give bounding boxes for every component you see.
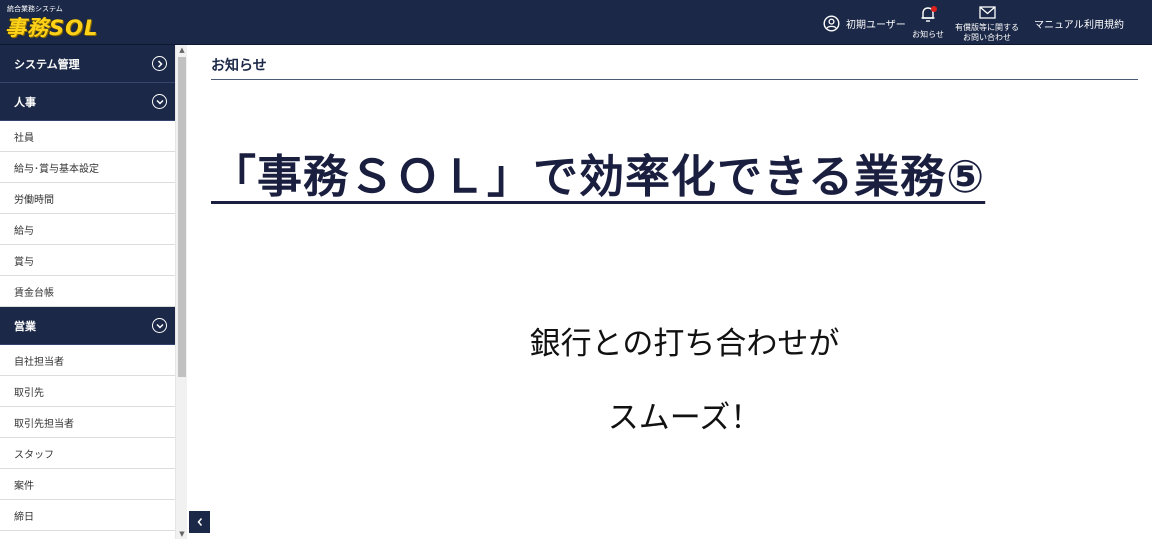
notifications-button[interactable]: お知らせ <box>910 5 946 50</box>
sidebar-section-label: 営業 <box>14 319 36 333</box>
chevron-down-circle-icon <box>152 94 167 109</box>
sidebar-item-projects[interactable]: 案件 <box>0 469 175 500</box>
app-logo[interactable]: 事務SOL <box>5 12 98 42</box>
sidebar-section-sales[interactable]: 営業 <box>0 307 175 345</box>
notification-badge <box>931 6 937 12</box>
sidebar-item-client-contacts[interactable]: 取引先担当者 <box>0 407 175 438</box>
sidebar-item-wage-ledger[interactable]: 賃金台帳 <box>0 276 175 307</box>
user-circle-icon <box>823 14 840 32</box>
announcement-body-line-2: スムーズ！ <box>607 400 762 436</box>
page-title: お知らせ <box>211 58 267 74</box>
sidebar-section-hr[interactable]: 人事 <box>0 83 175 121</box>
title-divider <box>211 79 1138 80</box>
chevron-down-circle-icon <box>152 318 167 333</box>
sidebar-section-label: システム管理 <box>14 57 80 71</box>
terms-link[interactable]: 利用規約 <box>1084 16 1124 61</box>
sidebar-item-clients[interactable]: 取引先 <box>0 376 175 407</box>
announcement-headline: 「事務ＳＯＬ」で効率化できる業務⑤ <box>211 150 986 203</box>
announcement-body-line-1: 銀行との打ち合わせが <box>529 326 840 362</box>
sidebar-scrollbar[interactable]: ▲ ▼ <box>175 45 187 539</box>
sidebar-item-staff[interactable]: スタッフ <box>0 438 175 469</box>
sidebar-item-payroll-settings[interactable]: 給与･賞与基本設定 <box>0 152 175 183</box>
manual-link[interactable]: マニュアル <box>1034 16 1084 61</box>
user-menu[interactable]: 初期ユーザー <box>823 13 906 33</box>
inquiry-label: 有償版等に関する お問い合わせ <box>955 23 1019 42</box>
sidebar-collapse-button[interactable] <box>189 511 210 533</box>
sidebar-item-working-hours[interactable]: 労働時間 <box>0 183 175 214</box>
notifications-label: お知らせ <box>912 30 944 39</box>
user-name: 初期ユーザー <box>846 19 906 31</box>
sidebar: システム管理 人事 社員 給与･賞与基本設定 労働時間 給与 賞与 賃金台帳 営… <box>0 45 175 539</box>
sidebar-item-employees[interactable]: 社員 <box>0 121 175 152</box>
sidebar-item-closing-date[interactable]: 締日 <box>0 500 175 531</box>
top-header: 統合業務システム 事務SOL 初期ユーザー お知らせ 有償版等に関する お問い合… <box>0 0 1152 45</box>
inquiry-button[interactable]: 有償版等に関する お問い合わせ <box>954 4 1020 49</box>
scroll-up-arrow-icon[interactable]: ▲ <box>178 46 186 54</box>
sidebar-section-system[interactable]: システム管理 <box>0 45 175 83</box>
sidebar-item-bonus[interactable]: 賞与 <box>0 245 175 276</box>
chevron-right-circle-icon <box>152 56 167 71</box>
scrollbar-thumb[interactable] <box>178 57 186 377</box>
chevron-left-icon <box>197 518 202 526</box>
sidebar-section-label: 人事 <box>14 95 36 109</box>
sidebar-item-company-staff[interactable]: 自社担当者 <box>0 345 175 376</box>
mail-icon <box>978 6 996 19</box>
sidebar-item-salary[interactable]: 給与 <box>0 214 175 245</box>
scroll-down-arrow-icon[interactable]: ▼ <box>178 530 186 538</box>
